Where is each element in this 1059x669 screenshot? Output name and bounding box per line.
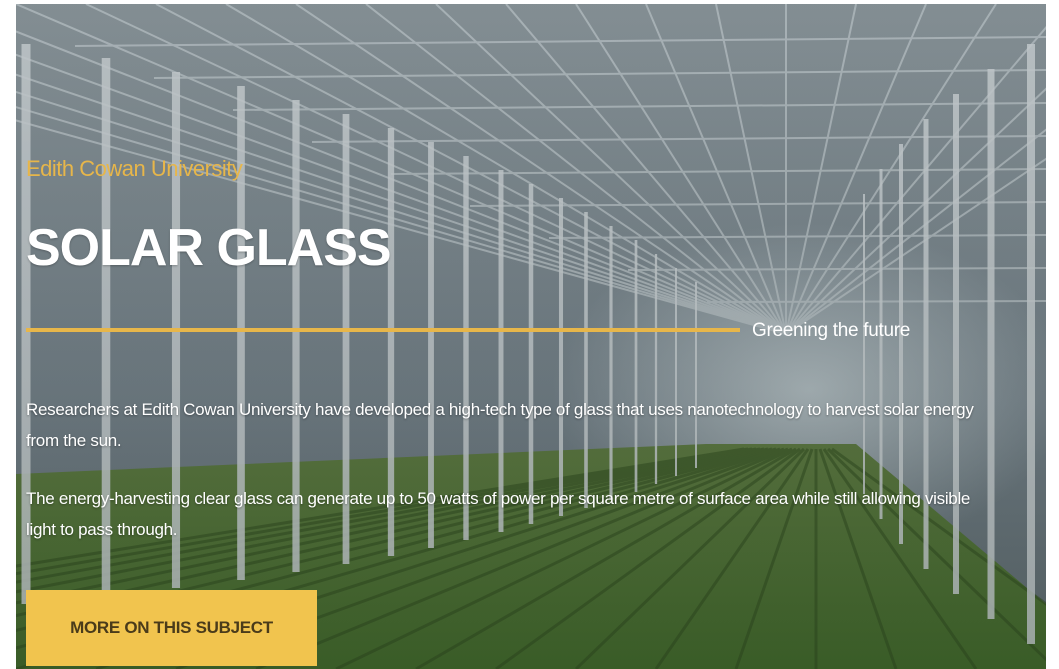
body-paragraph: The energy-harvesting clear glass can ge… xyxy=(26,489,971,539)
eyebrow-text: Edith Cowan University xyxy=(26,156,243,181)
hero-banner: Edith Cowan University SOLAR GLASS Green… xyxy=(16,4,1046,669)
accent-divider xyxy=(26,328,740,332)
more-on-this-subject-button[interactable]: MORE ON THIS SUBJECT xyxy=(26,590,317,666)
page-title: SOLAR GLASS xyxy=(26,219,392,277)
tagline: Greening the future xyxy=(752,320,911,341)
body-paragraph: Researchers at Edith Cowan University ha… xyxy=(26,400,974,450)
